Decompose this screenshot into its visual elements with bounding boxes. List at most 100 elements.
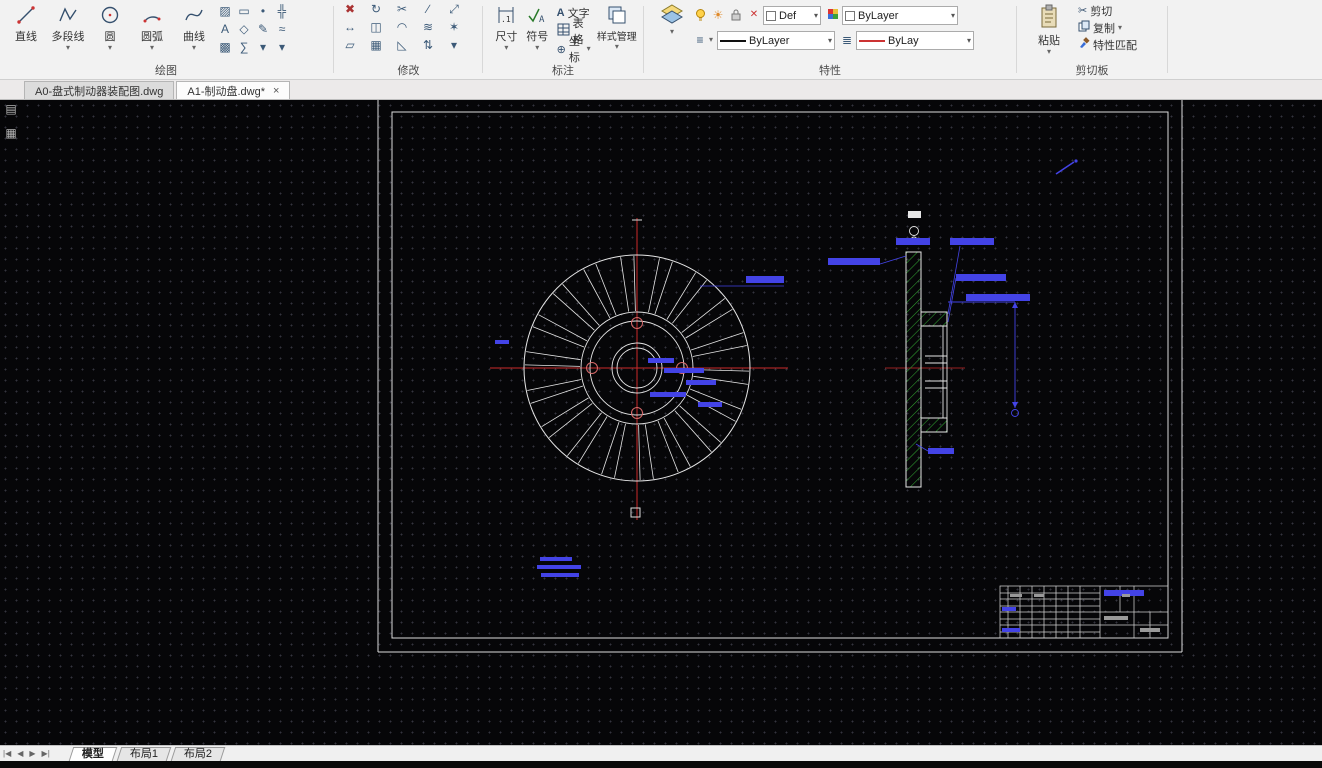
- break-icon[interactable]: ∕: [419, 0, 437, 18]
- sun-icon[interactable]: ☀: [709, 6, 727, 24]
- symbol-label: 符号: [526, 31, 549, 43]
- tab-model[interactable]: 模型: [68, 746, 118, 761]
- layer-properties-button[interactable]: ▾: [653, 2, 691, 52]
- text-icon[interactable]: A: [216, 20, 234, 38]
- symbol-button[interactable]: A 符号 ▾: [523, 2, 552, 52]
- document-tab-bar: A0-盘式制动器装配图.dwg A1-制动盘.dwg* ×: [0, 80, 1322, 100]
- offset-icon[interactable]: ≋: [419, 18, 437, 36]
- chevron-down-icon: ▾: [813, 11, 818, 20]
- chevron-down-icon: ▾: [586, 44, 591, 53]
- chevron-down-icon[interactable]: ▾: [254, 38, 272, 56]
- array-icon[interactable]: ▦: [367, 36, 385, 54]
- point-icon[interactable]: •: [254, 2, 272, 20]
- lineweight-icon[interactable]: ≣: [838, 31, 856, 49]
- close-tab-button[interactable]: ×: [273, 85, 279, 97]
- rotate-icon[interactable]: ↻: [367, 0, 385, 18]
- panel-annotate: .1 尺寸 ▾ A 符号 ▾ A 文字 表格 ⊕ 坐标 ▾ 样式管理 ▾ 标注: [484, 0, 642, 79]
- fillet-icon[interactable]: ◠: [393, 18, 411, 36]
- first-tab-icon[interactable]: |◀: [0, 749, 14, 758]
- trim-icon[interactable]: ✂: [393, 0, 411, 18]
- polyline-button[interactable]: 多段线 ▾: [48, 2, 88, 52]
- rectangle-icon[interactable]: ▭: [235, 2, 253, 20]
- copy-label: 复制: [1093, 22, 1115, 35]
- doc-tab-brake-disc[interactable]: A1-制动盘.dwg* ×: [176, 81, 291, 99]
- copy-button[interactable]: 复制 ▾: [1076, 19, 1139, 36]
- chevron-down-icon: ▾: [149, 43, 154, 52]
- sketch-icon[interactable]: ✎: [254, 20, 272, 38]
- tab-layout1[interactable]: 布局1: [116, 746, 172, 761]
- linetype-sample-icon: [720, 39, 747, 42]
- sheet-icon[interactable]: ▤: [2, 100, 20, 118]
- mirror-icon[interactable]: ◫: [367, 18, 385, 36]
- draw-extra-tools: ▨ A ▩ ▭ ◇ ∑ • ✎ ▾ ╬ ≈ ▾: [216, 2, 292, 58]
- bulb-icon[interactable]: [691, 6, 709, 24]
- scale-icon[interactable]: ⤢: [445, 0, 463, 18]
- prev-tab-icon[interactable]: ◀: [14, 749, 26, 758]
- layer-filter-dropdown[interactable]: Def ▾: [763, 6, 821, 25]
- lineweight-sample-icon: [859, 39, 886, 42]
- linetype-value: ByLayer: [749, 34, 790, 47]
- color-palette-icon[interactable]: [824, 6, 842, 24]
- chevron-down-icon[interactable]: ▾: [273, 38, 291, 56]
- doc-tab-assembly[interactable]: A0-盘式制动器装配图.dwg: [24, 81, 175, 99]
- layer-off-icon[interactable]: ✕: [745, 6, 763, 24]
- cut-label: 剪切: [1090, 5, 1113, 18]
- linetype-dropdown[interactable]: ByLayer ▾: [717, 31, 836, 50]
- copy-object-icon[interactable]: ▱: [341, 36, 359, 54]
- dimension-button[interactable]: .1 尺寸 ▾: [492, 2, 521, 52]
- stretch-icon[interactable]: ⇅: [419, 36, 437, 54]
- ribbon-separator: [482, 6, 483, 73]
- symbol-icon: A: [526, 2, 548, 28]
- arc-label: 圆弧: [141, 31, 163, 43]
- modify-tools: ✖ ↔ ▱ ↻ ◫ ▦ ✂ ◠ ◺ ∕ ≋ ⇅ ⤢ ✶ ▾: [335, 0, 471, 58]
- drawing-canvas: [377, 100, 1183, 653]
- lineweight-dropdown[interactable]: ByLay ▾: [856, 31, 975, 50]
- explode-icon[interactable]: ✶: [445, 18, 463, 36]
- last-tab-icon[interactable]: ▶|: [39, 749, 53, 758]
- style-manager-icon: [606, 2, 628, 28]
- wave-icon[interactable]: ≈: [273, 20, 291, 38]
- lock-icon[interactable]: [727, 6, 745, 24]
- arc-button[interactable]: 圆弧 ▾: [132, 2, 172, 52]
- spline-button[interactable]: 曲线 ▾: [174, 2, 214, 52]
- status-bar: [0, 761, 1322, 768]
- ribbon-separator: [643, 6, 644, 73]
- polyline-label: 多段线: [51, 31, 85, 43]
- spline-icon: [183, 2, 205, 28]
- formula-icon[interactable]: ∑: [235, 38, 253, 56]
- next-tab-icon[interactable]: ▶: [26, 749, 38, 758]
- panel-properties: ▾ ☀ ✕ Def ▾ ByLayer ▾ ≡ ▾ ByLayer ▾ ≣ By…: [645, 0, 1015, 79]
- chevron-down-icon[interactable]: ▾: [445, 36, 463, 54]
- frame-icon[interactable]: ▦: [2, 124, 20, 142]
- paste-button[interactable]: 粘贴 ▾: [1028, 2, 1070, 56]
- match-properties-button[interactable]: 特性匹配: [1076, 36, 1139, 53]
- table-icon: [557, 23, 570, 39]
- coordinate-button[interactable]: ⊕ 坐标 ▾: [554, 36, 594, 64]
- hatch-icon[interactable]: ▨: [216, 2, 234, 20]
- panel-label-clipboard: 剪切板: [1075, 65, 1109, 77]
- chevron-down-icon: ▾: [669, 27, 674, 36]
- svg-text:A: A: [539, 15, 545, 25]
- drawing-area[interactable]: ▤ ▦: [0, 100, 1322, 745]
- spline-label: 曲线: [183, 31, 205, 43]
- line-button[interactable]: 直线: [6, 2, 46, 44]
- cut-button[interactable]: ✂ 剪切: [1076, 2, 1139, 19]
- fill-icon[interactable]: ▩: [216, 38, 234, 56]
- chamfer-icon[interactable]: ◺: [393, 36, 411, 54]
- tab-layout2[interactable]: 布局2: [170, 746, 226, 761]
- panel-label-draw: 绘图: [155, 65, 177, 77]
- ribbon: 直线 多段线 ▾ 圆 ▾ 圆弧 ▾ 曲线 ▾ ▨ A ▩ ▭ ◇ ∑ • ✎ ▾…: [0, 0, 1322, 80]
- color-dropdown[interactable]: ByLayer ▾: [842, 6, 958, 25]
- erase-icon[interactable]: ✖: [341, 0, 359, 18]
- chevron-down-icon: ▾: [614, 42, 619, 51]
- title-block: [999, 585, 1169, 639]
- panel-label-modify: 修改: [397, 65, 420, 77]
- tab-layout1-label: 布局1: [129, 747, 158, 760]
- style-manager-button[interactable]: 样式管理 ▾: [596, 2, 638, 51]
- canvas-mini-toolbar: ▤ ▦: [2, 100, 22, 142]
- polygon-icon[interactable]: ◇: [235, 20, 253, 38]
- move-icon[interactable]: ↔: [341, 18, 359, 36]
- linetype-menu-icon[interactable]: ≡: [691, 31, 709, 49]
- circle-button[interactable]: 圆 ▾: [90, 2, 130, 52]
- axis-icon[interactable]: ╬: [273, 2, 291, 20]
